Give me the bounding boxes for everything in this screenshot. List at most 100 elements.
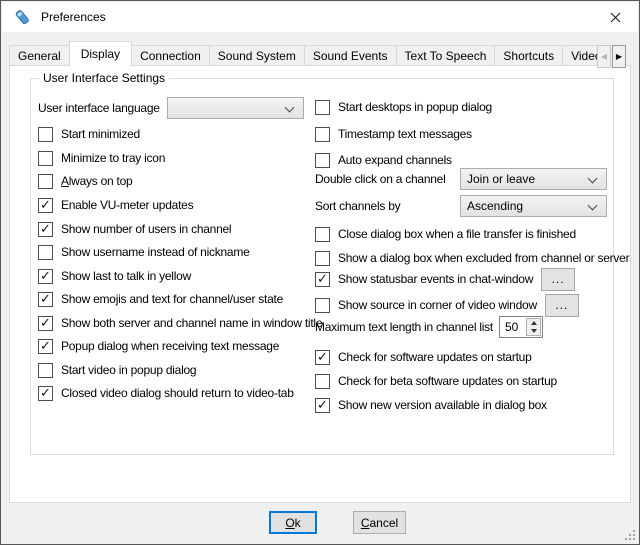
combo-value: Join or leave bbox=[467, 172, 535, 186]
checkbox-label: Close dialog box when a file transfer is… bbox=[338, 227, 576, 241]
checkbox-label: Show statusbar events in chat-window bbox=[338, 272, 533, 286]
resize-grip[interactable] bbox=[623, 528, 636, 541]
checkbox-row-new-version-dialog[interactable]: ✓ Show new version available in dialog b… bbox=[315, 394, 547, 416]
checkbox-row-beta-updates[interactable]: ✓ Check for beta software updates on sta… bbox=[315, 370, 557, 392]
checkbox[interactable]: ✓ bbox=[38, 174, 53, 189]
checkbox[interactable]: ✓ bbox=[38, 198, 53, 213]
checkmark-icon: ✓ bbox=[40, 222, 51, 235]
arrow-left-icon: ◀ bbox=[601, 53, 607, 61]
checkbox-row-emojis[interactable]: ✓ Show emojis and text for channel/user … bbox=[38, 288, 283, 310]
titlebar[interactable]: Preferences bbox=[2, 2, 638, 32]
arrow-right-icon: ▶ bbox=[616, 53, 622, 61]
spin-down-button[interactable] bbox=[527, 327, 540, 335]
checkmark-icon: ✓ bbox=[40, 292, 51, 305]
ok-button[interactable]: Ok bbox=[269, 511, 317, 534]
preferences-window: Preferences General Display Connection S… bbox=[0, 0, 640, 545]
tab-general[interactable]: General bbox=[9, 45, 70, 66]
checkbox[interactable]: ✓ bbox=[315, 227, 330, 242]
tab-label: Display bbox=[81, 47, 120, 61]
checkbox-row-desktops-popup[interactable]: ✓ Start desktops in popup dialog bbox=[315, 96, 492, 118]
max-text-length-label: Maximum text length in channel list bbox=[315, 320, 493, 334]
tab-label: Text To Speech bbox=[405, 49, 487, 63]
checkbox[interactable]: ✓ bbox=[38, 127, 53, 142]
app-icon bbox=[14, 9, 31, 26]
checkbox[interactable]: ✓ bbox=[38, 386, 53, 401]
checkbox[interactable]: ✓ bbox=[315, 374, 330, 389]
checkbox[interactable]: ✓ bbox=[315, 127, 330, 142]
checkbox[interactable]: ✓ bbox=[38, 222, 53, 237]
checkbox-row-timestamp[interactable]: ✓ Timestamp text messages bbox=[315, 123, 472, 145]
checkbox-row-minimize-to-tray[interactable]: ✓ Minimize to tray icon bbox=[38, 147, 165, 169]
checkmark-icon: ✓ bbox=[40, 339, 51, 352]
double-click-select[interactable]: Join or leave bbox=[460, 168, 607, 190]
checkbox-row-excluded-dialog[interactable]: ✓ Show a dialog box when excluded from c… bbox=[315, 247, 629, 269]
checkbox-row-always-on-top[interactable]: ✓ Always on top bbox=[38, 170, 132, 192]
tab-video[interactable]: Video bbox=[562, 45, 598, 66]
checkbox-row-close-file-transfer[interactable]: ✓ Close dialog box when a file transfer … bbox=[315, 223, 576, 245]
checkbox-label: Popup dialog when receiving text message bbox=[61, 339, 279, 353]
checkbox-row-check-updates[interactable]: ✓ Check for software updates on startup bbox=[315, 346, 532, 368]
checkbox-row-username-instead[interactable]: ✓ Show username instead of nickname bbox=[38, 241, 250, 263]
checkbox-row-server-channel-title[interactable]: ✓ Show both server and channel name in w… bbox=[38, 312, 322, 334]
tab-sound-system[interactable]: Sound System bbox=[209, 45, 305, 66]
tab-sound-events[interactable]: Sound Events bbox=[304, 45, 397, 66]
checkbox-label: Enable VU-meter updates bbox=[61, 198, 193, 212]
checkmark-icon: ✓ bbox=[40, 269, 51, 282]
window-title: Preferences bbox=[41, 10, 106, 24]
checkbox-label: Start desktops in popup dialog bbox=[338, 100, 492, 114]
checkbox[interactable]: ✓ bbox=[38, 151, 53, 166]
spin-up-button[interactable] bbox=[527, 319, 540, 327]
checkbox-row-video-popup[interactable]: ✓ Start video in popup dialog bbox=[38, 359, 196, 381]
tab-connection[interactable]: Connection bbox=[131, 45, 210, 66]
checkmark-icon: ✓ bbox=[317, 350, 328, 363]
checkbox[interactable]: ✓ bbox=[315, 298, 330, 313]
checkbox-row-number-of-users[interactable]: ✓ Show number of users in channel bbox=[38, 218, 231, 240]
tab-shortcuts[interactable]: Shortcuts bbox=[494, 45, 563, 66]
checkbox[interactable]: ✓ bbox=[38, 292, 53, 307]
sort-channels-select[interactable]: Ascending bbox=[460, 195, 607, 217]
checkbox[interactable]: ✓ bbox=[38, 316, 53, 331]
tab-label: Sound System bbox=[218, 49, 296, 63]
video-source-row[interactable]: ✓ Show source in corner of video window … bbox=[315, 293, 579, 317]
close-icon bbox=[610, 12, 621, 23]
checkbox-row-popup-text-message[interactable]: ✓ Popup dialog when receiving text messa… bbox=[38, 335, 279, 357]
checkbox-label: Closed video dialog should return to vid… bbox=[61, 386, 294, 400]
checkmark-icon: ✓ bbox=[317, 272, 328, 285]
checkbox[interactable]: ✓ bbox=[315, 272, 330, 287]
language-row: User interface language bbox=[38, 97, 160, 119]
tab-bar: General Display Connection Sound System … bbox=[9, 39, 598, 66]
checkbox[interactable]: ✓ bbox=[315, 100, 330, 115]
tab-text-to-speech[interactable]: Text To Speech bbox=[396, 45, 496, 66]
checkbox[interactable]: ✓ bbox=[38, 245, 53, 260]
checkbox-label: Minimize to tray icon bbox=[61, 151, 165, 165]
checkbox-row-closed-video[interactable]: ✓ Closed video dialog should return to v… bbox=[38, 382, 294, 404]
tab-scroll-right-button[interactable]: ▶ bbox=[612, 45, 626, 68]
checkbox-label: Start minimized bbox=[61, 127, 140, 141]
display-tab-page: User Interface Settings User interface l… bbox=[9, 65, 631, 503]
checkbox[interactable]: ✓ bbox=[315, 251, 330, 266]
checkbox-label: Auto expand channels bbox=[338, 153, 452, 167]
tab-scroll-left-button[interactable]: ◀ bbox=[597, 45, 611, 68]
checkbox-label: Check for beta software updates on start… bbox=[338, 374, 557, 388]
close-button[interactable] bbox=[593, 2, 638, 32]
checkbox[interactable]: ✓ bbox=[38, 269, 53, 284]
checkbox-row-vu-meter[interactable]: ✓ Enable VU-meter updates bbox=[38, 194, 193, 216]
checkbox[interactable]: ✓ bbox=[38, 363, 53, 378]
checkbox[interactable]: ✓ bbox=[315, 398, 330, 413]
tab-label: General bbox=[18, 49, 61, 63]
spinner-buttons bbox=[526, 318, 541, 336]
checkbox[interactable]: ✓ bbox=[315, 153, 330, 168]
cancel-button[interactable]: Cancel bbox=[353, 511, 406, 534]
group-title: User Interface Settings bbox=[39, 71, 169, 85]
checkbox-row-last-to-talk[interactable]: ✓ Show last to talk in yellow bbox=[38, 265, 191, 287]
checkbox[interactable]: ✓ bbox=[38, 339, 53, 354]
checkbox-row-start-minimized[interactable]: ✓ Start minimized bbox=[38, 123, 140, 145]
language-select[interactable] bbox=[167, 97, 304, 119]
double-click-label: Double click on a channel bbox=[315, 172, 446, 186]
checkbox[interactable]: ✓ bbox=[315, 350, 330, 365]
statusbar-events-row[interactable]: ✓ Show statusbar events in chat-window .… bbox=[315, 267, 575, 291]
statusbar-events-browse-button[interactable]: ... bbox=[541, 268, 575, 291]
max-text-length-spinner[interactable]: 50 bbox=[499, 316, 543, 338]
video-source-browse-button[interactable]: ... bbox=[545, 294, 579, 317]
tab-display[interactable]: Display bbox=[69, 41, 132, 66]
